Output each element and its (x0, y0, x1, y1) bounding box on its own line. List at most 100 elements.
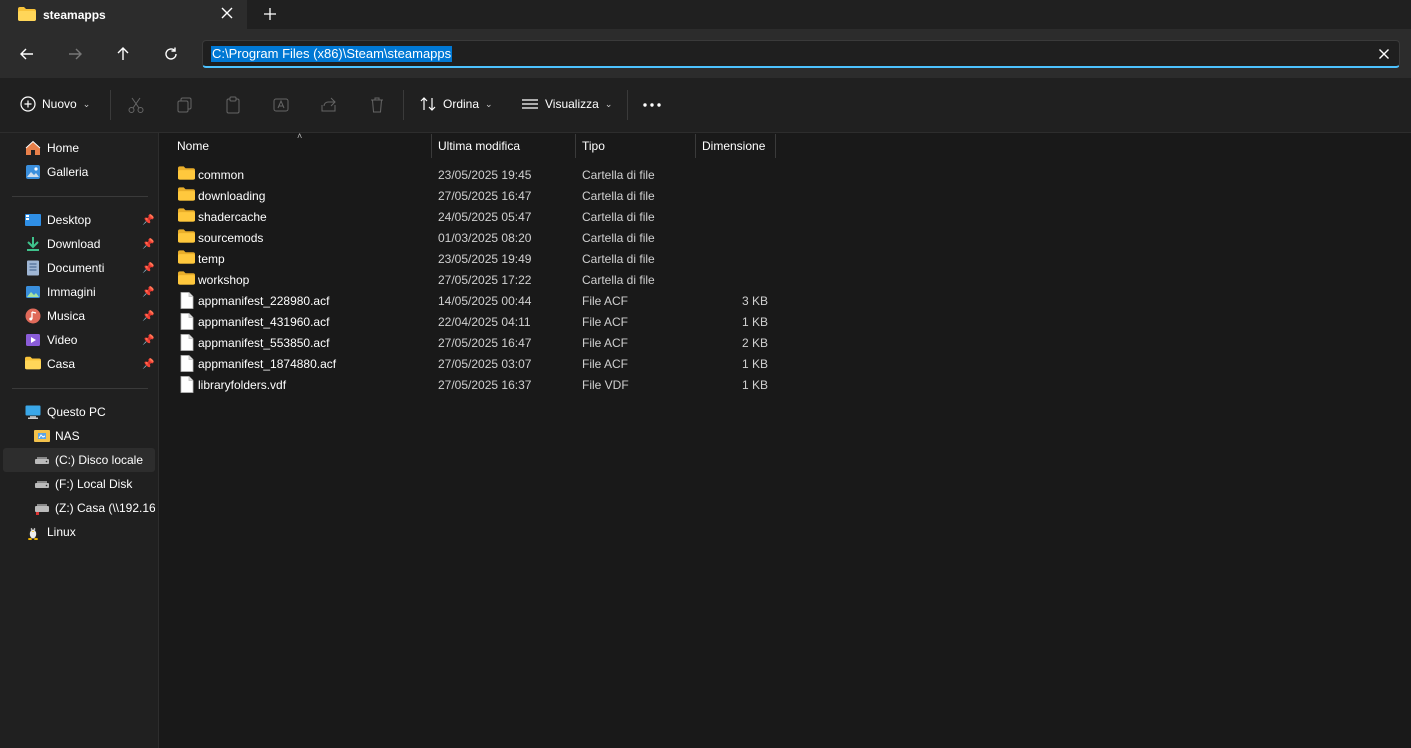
file-icon (180, 376, 194, 396)
file-type: Cartella di file (582, 252, 655, 266)
file-row[interactable]: appmanifest_1874880.acf 27/05/2025 03:07 F… (172, 353, 782, 374)
download-icon (25, 236, 41, 252)
refresh-button[interactable] (157, 40, 185, 68)
column-header-name[interactable]: Nome ˄ (177, 131, 429, 158)
file-modified: 23/05/2025 19:49 (438, 252, 532, 266)
command-bar (0, 78, 1411, 133)
file-size: 3 KB (741, 294, 768, 308)
pin-icon[interactable]: 📌 (142, 215, 154, 226)
sidebar-item-drive-f[interactable]: (F:) Local Disk (0, 472, 155, 496)
view-button[interactable]: Visualizza ⌄ (521, 96, 612, 112)
file-row[interactable]: libraryfolders.vdf 27/05/2025 16:37 File V… (172, 374, 782, 395)
new-tab-icon[interactable] (262, 6, 278, 22)
address-path[interactable]: C:\Program Files (x86)\Steam\steamapps (211, 46, 453, 62)
sidebar-item-video[interactable]: Video 📌 (0, 328, 155, 352)
folder-icon (178, 250, 195, 267)
file-modified: 27/05/2025 16:47 (438, 336, 532, 350)
view-label: Visualizza (545, 97, 599, 111)
network-drive-icon (34, 428, 50, 444)
scissors-icon (128, 97, 144, 113)
file-modified: 27/05/2025 17:22 (438, 273, 532, 287)
file-modified: 27/05/2025 16:37 (438, 378, 532, 392)
rename-button[interactable] (272, 96, 290, 117)
clipboard-icon (226, 96, 240, 114)
back-button[interactable] (13, 40, 41, 68)
clear-icon[interactable] (1376, 46, 1392, 62)
file-name: libraryfolders.vdf (198, 378, 287, 392)
column-header-type[interactable]: Tipo (582, 134, 692, 158)
home-icon (25, 140, 41, 156)
sidebar-item-drive-z[interactable]: (Z:) Casa (\\192.168 (0, 496, 155, 520)
folder-icon (178, 229, 195, 246)
sidebar-item-home[interactable]: Home (0, 136, 155, 160)
sort-icon (420, 97, 436, 111)
sidebar-label: Linux (47, 525, 76, 539)
network-drive-icon (34, 500, 50, 516)
file-name: appmanifest_1874880.acf (198, 357, 337, 371)
sidebar-item-music[interactable]: Musica 📌 (0, 304, 155, 328)
pin-icon[interactable]: 📌 (142, 311, 154, 322)
pin-icon[interactable]: 📌 (142, 287, 154, 298)
sidebar-label: NAS (55, 429, 80, 443)
file-type: Cartella di file (582, 231, 655, 245)
file-row[interactable]: appmanifest_228980.acf 14/05/2025 00:44 Fi… (172, 290, 782, 311)
more-options-button[interactable] (641, 96, 663, 114)
pin-icon[interactable]: 📌 (142, 359, 154, 370)
pin-icon[interactable]: 📌 (142, 335, 154, 346)
file-type: Cartella di file (582, 168, 655, 182)
column-separator[interactable] (431, 134, 432, 158)
share-icon (321, 97, 336, 112)
forward-button[interactable] (61, 40, 89, 68)
sidebar-item-documents[interactable]: Documenti 📌 (0, 256, 155, 280)
column-separator[interactable] (775, 134, 776, 158)
sidebar-item-drive-c[interactable]: (C:) Disco locale (3, 448, 155, 472)
copy-button[interactable] (176, 96, 194, 117)
file-row[interactable]: workshop 27/05/2025 17:22 Cartella di file (172, 269, 782, 290)
chevron-down-icon: ⌄ (82, 98, 91, 109)
share-button[interactable] (320, 96, 338, 117)
sidebar-item-download[interactable]: Download 📌 (0, 232, 155, 256)
sort-button[interactable]: Ordina ⌄ (419, 96, 493, 112)
file-name: workshop (198, 273, 250, 287)
sidebar-item-gallery[interactable]: Galleria (0, 160, 155, 184)
sidebar-item-nas[interactable]: NAS (0, 424, 155, 448)
column-separator[interactable] (695, 134, 696, 158)
sidebar-item-desktop[interactable]: Desktop 📌 (0, 208, 155, 232)
sidebar-item-casa[interactable]: Casa 📌 (0, 352, 155, 376)
file-row[interactable]: appmanifest_553850.acf 27/05/2025 16:47 Fi… (172, 332, 782, 353)
sidebar-label: Documenti (47, 261, 105, 275)
tab-steamapps[interactable]: steamapps (0, 0, 247, 29)
address-bar[interactable]: C:\Program Files (x86)\Steam\steamapps (202, 40, 1400, 68)
column-separator[interactable] (575, 134, 576, 158)
file-row[interactable]: temp 23/05/2025 19:49 Cartella di file (172, 248, 782, 269)
sidebar-item-this-pc[interactable]: Questo PC (0, 400, 155, 424)
file-name: common (198, 168, 245, 182)
file-modified: 01/03/2025 08:20 (438, 231, 532, 245)
divider (12, 388, 148, 389)
column-header-label: Nome (177, 139, 210, 153)
cut-button[interactable] (127, 96, 145, 117)
file-type: Cartella di file (582, 273, 655, 287)
column-header-modified[interactable]: Ultima modifica (438, 134, 572, 158)
file-row[interactable]: appmanifest_431960.acf 22/04/2025 04:11 Fi… (172, 311, 782, 332)
column-header-size[interactable]: Dimensione (702, 134, 774, 158)
document-icon (25, 260, 41, 276)
file-row[interactable]: shadercache 24/05/2025 05:47 Cartella di f… (172, 206, 782, 227)
sidebar-item-pictures[interactable]: Immagini 📌 (0, 280, 155, 304)
pin-icon[interactable]: 📌 (142, 239, 154, 250)
tab-title: steamapps (43, 8, 106, 22)
file-row[interactable]: common 23/05/2025 19:45 Cartella di file (172, 164, 782, 185)
up-button[interactable] (109, 40, 137, 68)
file-row[interactable]: downloading 27/05/2025 16:47 Cartella di f… (172, 185, 782, 206)
file-modified: 23/05/2025 19:45 (438, 168, 532, 182)
plus-circle-icon (20, 96, 36, 112)
paste-button[interactable] (224, 96, 242, 117)
new-button[interactable]: Nuovo ⌄ (20, 96, 90, 112)
pin-icon[interactable]: 📌 (142, 263, 154, 274)
sidebar-item-linux[interactable]: Linux (0, 520, 155, 544)
folder-icon (178, 166, 195, 183)
delete-button[interactable] (368, 96, 386, 117)
file-row[interactable]: sourcemods 01/03/2025 08:20 Cartella di fi… (172, 227, 782, 248)
file-name: appmanifest_553850.acf (198, 336, 330, 350)
close-icon[interactable] (219, 5, 235, 21)
